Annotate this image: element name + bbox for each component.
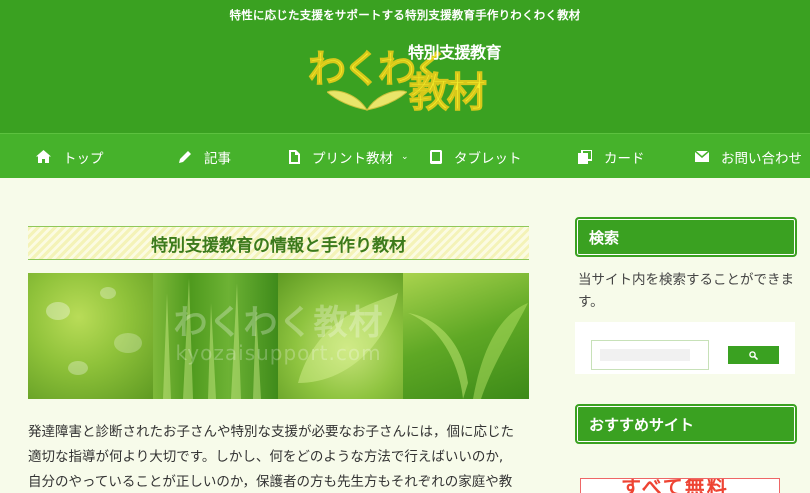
mail-icon	[695, 151, 709, 162]
nav-item-top[interactable]: トップ	[36, 134, 104, 179]
nav-item-contact[interactable]: お問い合わせ	[695, 134, 802, 179]
intro-text: 発達障害と診断されたお子さんや特別な支援が必要なお子さんには，個に応じた 適切な…	[28, 420, 529, 493]
banner-watermark-url: kyozaisupport.com	[175, 341, 382, 365]
nav-item-articles[interactable]: 記事	[178, 134, 231, 179]
intro-line: 適切な指導が何より大切です。しかし、何をどのような方法で行えばいいのか,	[28, 449, 504, 465]
nav-item-print[interactable]: プリント教材 ⌄	[289, 134, 409, 179]
nav-item-cards[interactable]: カード	[578, 134, 645, 179]
main-nav: トップ 記事 プリント教材 ⌄ タブレット カード お問い合わせ	[0, 133, 810, 178]
logo-big-text: 教材	[409, 70, 488, 117]
hero-banner: わくわく教材 kyozaisupport.com	[28, 273, 529, 399]
search-input-placeholder	[600, 349, 690, 361]
search-form	[575, 322, 795, 374]
file-icon	[289, 149, 300, 164]
pencil-icon	[179, 150, 191, 163]
nav-label: トップ	[63, 150, 104, 167]
nav-item-tablet[interactable]: タブレット	[430, 134, 522, 179]
intro-line: 自分のやっていることが正しいのか，保護者の方も先生方もそれぞれの家庭や教	[28, 474, 513, 490]
search-button[interactable]	[728, 346, 779, 364]
search-input[interactable]	[591, 340, 709, 370]
site-header: 特性に応じた支援をサポートする特別支援教育手作りわくわく教材 わくわく 特別支援…	[0, 0, 810, 133]
chevron-down-icon: ⌄	[401, 151, 409, 162]
nav-label: 記事	[204, 150, 231, 167]
nav-label: プリント教材	[312, 150, 393, 167]
recommend-widget-title: おすすめサイト	[575, 404, 797, 444]
recommend-ad-banner[interactable]: すべて無料	[580, 478, 780, 493]
banner-watermark-title: わくわく教材	[173, 303, 384, 343]
ad-banner-text: すべて無料	[621, 478, 729, 493]
nav-label: お問い合わせ	[721, 150, 802, 167]
tablet-icon	[430, 149, 442, 164]
sidebar: 検索 当サイト内を検索することができます。 おすすめサイト	[575, 217, 797, 444]
site-logo[interactable]: わくわく 特別支援教育 教材	[305, 34, 510, 117]
leaf-icon	[327, 90, 407, 111]
intro-line: 発達障害と診断されたお子さんや特別な支援が必要なお子さんには，個に応じた	[28, 424, 514, 440]
search-description: 当サイト内を検索することができます。	[578, 272, 794, 310]
site-tagline: 特性に応じた支援をサポートする特別支援教育手作りわくわく教材	[229, 8, 581, 22]
nav-label: カード	[604, 150, 645, 167]
home-icon	[36, 150, 51, 163]
main-content: 特別支援教育の情報と手作り教材 わくわく教材 kyozaisupport.com…	[28, 226, 529, 493]
search-icon	[749, 350, 758, 360]
cards-icon	[578, 149, 592, 164]
nav-label: タブレット	[454, 150, 522, 167]
search-widget-title: 検索	[575, 217, 797, 257]
page-title: 特別支援教育の情報と手作り教材	[28, 226, 529, 260]
